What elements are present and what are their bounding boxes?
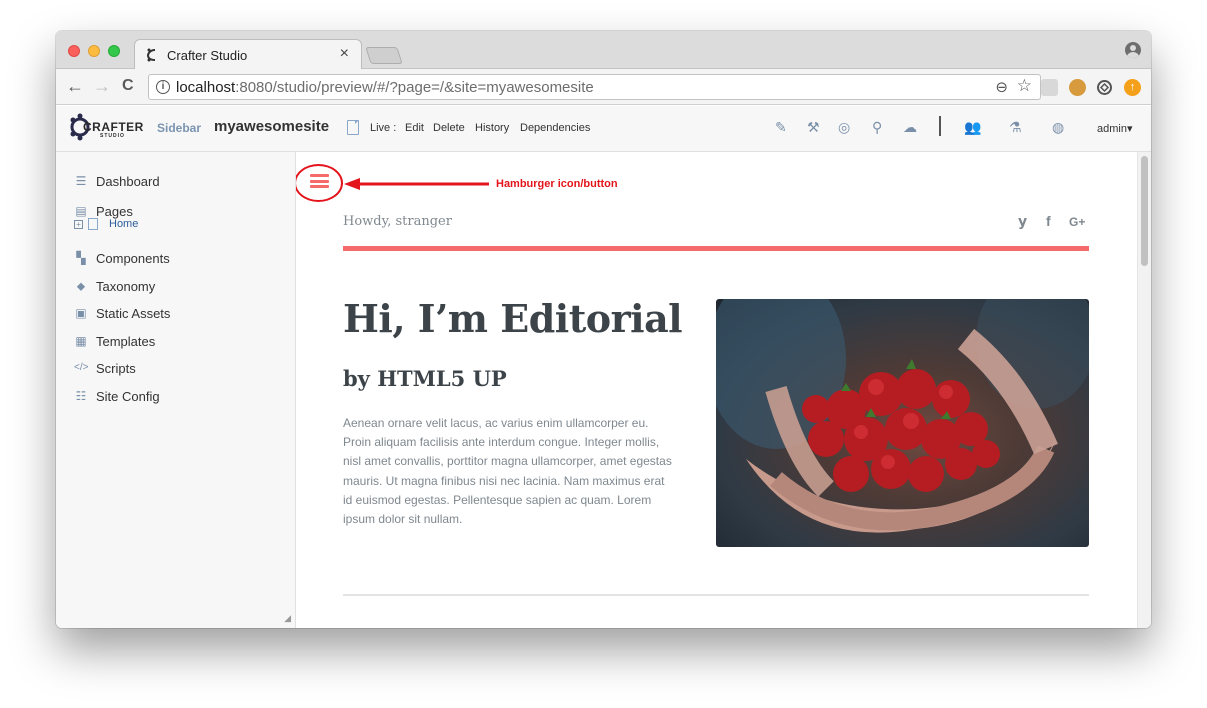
admin-menu[interactable]: admin▾ — [1097, 122, 1132, 135]
info-icon[interactable]: i — [156, 80, 170, 94]
new-tab-button[interactable] — [365, 47, 403, 64]
sidebar-item-label: Home — [109, 218, 139, 230]
site-config-icon: ☷ — [75, 389, 87, 403]
taxonomy-icon: ⬥ — [76, 279, 86, 293]
cookie-extension-icon[interactable] — [1069, 79, 1086, 96]
google-plus-icon[interactable]: G+ — [1069, 215, 1085, 229]
sidebar-item-label: Components — [96, 250, 170, 266]
url-text[interactable]: localhost:8080/studio/preview/#/?page=/&… — [176, 79, 594, 96]
users-icon[interactable]: 👥 — [964, 119, 981, 136]
reload-icon[interactable]: C — [122, 76, 134, 96]
dependencies-link[interactable]: Dependencies — [520, 122, 590, 134]
crafter-toolbar: CRAFTER STUDIO Sidebar myawesomesite Liv… — [56, 106, 1151, 152]
annotation-circle — [296, 164, 343, 202]
tab-crafter-studio[interactable]: Crafter Studio × — [134, 39, 362, 70]
delete-link[interactable]: Delete — [433, 122, 465, 134]
sitemap-icon[interactable]: ⚗ — [1009, 119, 1022, 136]
profile-icon[interactable] — [1125, 42, 1141, 58]
tab-strip: Crafter Studio × — [56, 31, 1151, 70]
logo-text: CRAFTER — [83, 120, 144, 134]
address-bar[interactable]: i localhost:8080/studio/preview/#/?page=… — [148, 74, 1041, 100]
annotation-label: Hamburger icon/button — [496, 178, 618, 190]
scripts-icon: </> — [74, 362, 89, 373]
howdy-text: Howdy, stranger — [343, 214, 452, 229]
cloud-upload-icon[interactable]: ☁ — [903, 119, 917, 136]
bookmark-star-icon[interactable]: ☆ — [1017, 76, 1032, 96]
sidebar-item-label: Templates — [96, 333, 156, 349]
edit-link[interactable]: Edit — [405, 122, 424, 134]
sidebar-item-templates[interactable]: ▦ Templates — [74, 331, 155, 351]
expand-icon[interactable]: + — [74, 219, 83, 229]
close-tab-icon[interactable]: × — [340, 45, 349, 63]
page-icon — [88, 218, 98, 230]
sync-extension-icon[interactable] — [1096, 79, 1113, 96]
site-preview: Hamburger icon/button Howdy, stranger 𝘆 … — [296, 152, 1151, 628]
help-ring-icon[interactable]: ◍ — [1052, 119, 1064, 136]
target-icon[interactable]: ◎ — [838, 119, 850, 136]
minimize-window-button[interactable] — [88, 45, 100, 57]
upload-extension-icon[interactable]: ↑ — [1124, 79, 1141, 96]
live-status-label: Live : — [370, 122, 397, 134]
twitter-icon[interactable]: 𝘆 — [1018, 213, 1027, 230]
pages-icon: ▤ — [75, 204, 87, 218]
dashboard-icon: ☰ — [75, 174, 87, 188]
sidebar-item-label: Scripts — [96, 360, 136, 376]
browser-window: Crafter Studio × ← → C i localhost:8080/… — [56, 31, 1151, 628]
pencil-icon[interactable]: ✎ — [775, 119, 787, 136]
close-window-button[interactable] — [68, 45, 80, 57]
search-icon[interactable]: ⚲ — [872, 119, 882, 136]
annotation-arrow-icon — [344, 178, 489, 190]
facebook-icon[interactable]: f — [1046, 213, 1051, 229]
resize-grip-icon[interactable]: ◢ — [284, 613, 291, 624]
hero-title: Hi, I’m Editorial — [343, 296, 683, 341]
sidebar-item-home[interactable]: + Home — [74, 218, 138, 230]
scrollbar-thumb[interactable] — [1141, 156, 1148, 266]
strawberries-image — [716, 299, 1089, 547]
sidebar-item-components[interactable]: ▚ Components — [74, 248, 170, 268]
static-assets-icon: ▣ — [75, 306, 87, 320]
forward-icon[interactable]: → — [93, 76, 111, 96]
sidebar-item-label: Taxonomy — [96, 278, 156, 294]
crafter-favicon-icon — [146, 48, 156, 62]
zoom-icon[interactable]: ⊖ — [995, 78, 1008, 96]
url-path: :8080/studio/preview/#/?page=/&site=myaw… — [235, 79, 594, 96]
page-icon — [347, 120, 359, 135]
sidebar-toggle-button[interactable]: Sidebar — [157, 121, 201, 135]
section-divider — [343, 594, 1089, 596]
sidebar-item-dashboard[interactable]: ☰ Dashboard — [74, 171, 160, 191]
back-icon[interactable]: ← — [66, 76, 84, 96]
sidebar-item-label: Site Config — [96, 388, 160, 404]
sidebar-item-static-assets[interactable]: ▣ Static Assets — [74, 303, 170, 323]
toolbar-divider — [939, 116, 941, 136]
logo-subtext: STUDIO — [100, 133, 125, 139]
hero-subtitle: by HTML5 UP — [343, 366, 507, 391]
url-host: localhost — [176, 79, 236, 96]
sidebar-item-scripts[interactable]: </> Scripts — [74, 358, 136, 378]
hero-body-text: Aenean ornare velit lacus, ac varius eni… — [343, 416, 672, 527]
browser-toolbar: ← → C i localhost:8080/studio/preview/#/… — [56, 69, 1151, 105]
sidebar-item-label: Dashboard — [96, 173, 160, 189]
zoom-window-button[interactable] — [108, 45, 120, 57]
header-accent-line — [343, 246, 1089, 251]
wrench-icon[interactable]: ⚒ — [807, 119, 820, 136]
history-link[interactable]: History — [475, 122, 509, 134]
tab-title: Crafter Studio — [167, 48, 248, 63]
site-name[interactable]: myawesomesite — [214, 118, 329, 135]
sidebar-item-site-config[interactable]: ☷ Site Config — [74, 386, 160, 406]
preview-scrollbar[interactable] — [1137, 152, 1151, 628]
sidebar-item-label: Static Assets — [96, 305, 171, 321]
site-sidebar: ☰ Dashboard ▤ Pages + Home ▚ Components … — [56, 152, 296, 628]
sidebar-item-taxonomy[interactable]: ⬥ Taxonomy — [74, 276, 155, 296]
strawberries-illustration — [716, 299, 1089, 533]
templates-icon: ▦ — [75, 334, 87, 348]
sidebar-item-label: Pages — [96, 203, 133, 219]
components-icon: ▚ — [76, 251, 86, 265]
crafter-logo[interactable]: CRAFTER STUDIO — [70, 110, 143, 146]
trello-extension-icon[interactable] — [1041, 79, 1058, 96]
